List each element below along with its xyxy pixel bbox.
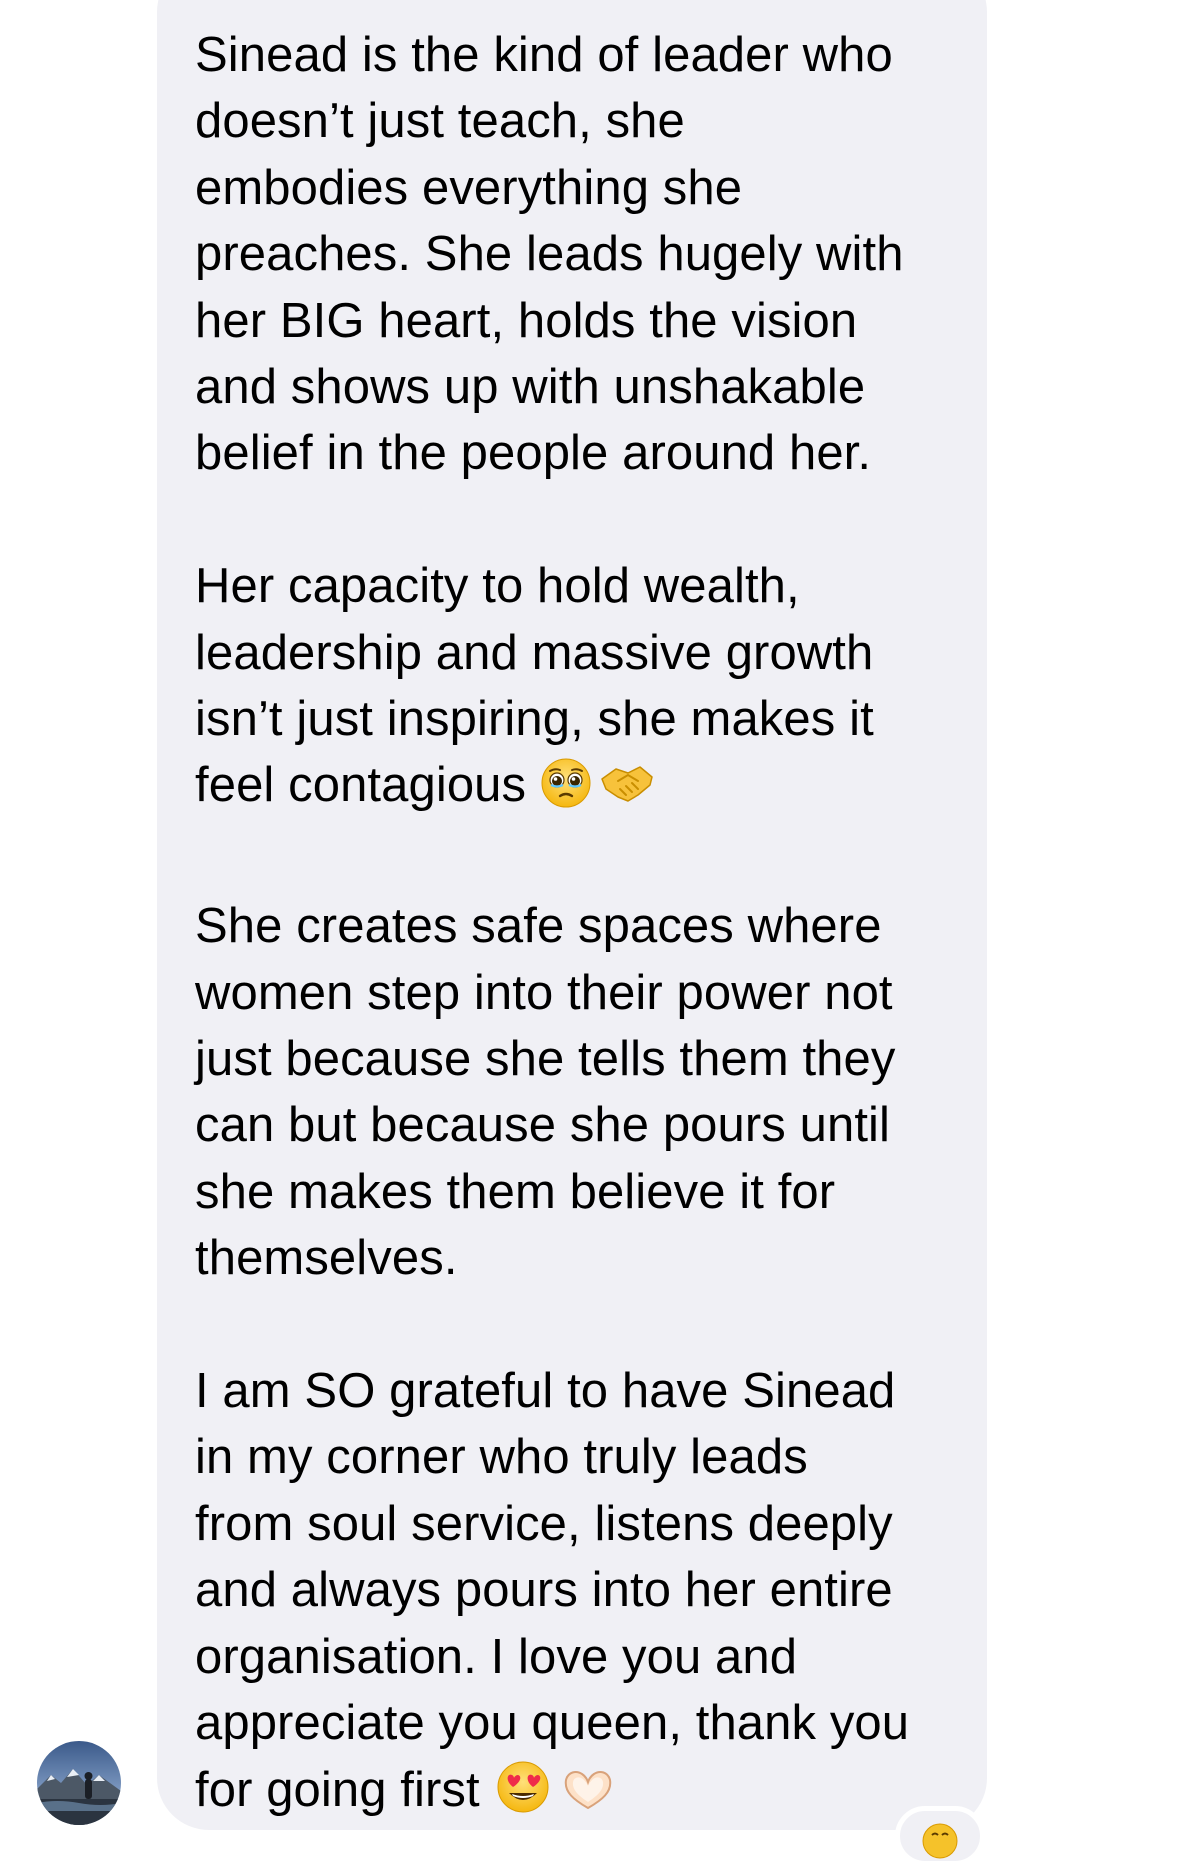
message-line: from soul service, listens deeply — [195, 1496, 893, 1551]
message-line: just because she tells them they — [195, 1032, 896, 1087]
message-line: themselves. — [195, 1231, 458, 1286]
message-line: doesn’t just teach, she — [195, 94, 685, 149]
pleading-face-icon — [540, 757, 592, 826]
message-line: organisation. I love you and — [195, 1629, 798, 1684]
message-paragraph: Her capacity to hold wealth, leadership … — [195, 553, 951, 827]
message-line: isn’t just inspiring, she makes it — [195, 692, 874, 747]
message-paragraph: I am SO grateful to have Sinead in my co… — [195, 1358, 951, 1831]
message-line: belief in the people around her. — [195, 426, 872, 481]
message-paragraph: She creates safe spaces where women step… — [195, 893, 951, 1291]
reaction-badge[interactable] — [895, 1806, 985, 1866]
message-line: and shows up with unshakable — [195, 360, 866, 415]
message-line: can but because she pours until — [195, 1098, 891, 1153]
heart-eyes-face-icon — [496, 1760, 550, 1831]
message-paragraph: Sinead is the kind of leader who doesn’t… — [195, 22, 951, 487]
message-line: I am SO grateful to have Sinead — [195, 1364, 896, 1419]
message-line: appreciate you queen, thank you — [195, 1696, 910, 1751]
heart-hands-icon — [560, 1764, 616, 1831]
message-line: Sinead is the kind of leader who — [195, 28, 893, 82]
avatar-photo-icon — [37, 1741, 121, 1825]
message-line: she makes them believe it for — [195, 1164, 836, 1219]
message-line-with-emoji: for going first — [195, 1757, 951, 1831]
message-line-text: feel contagious — [195, 758, 527, 813]
message-line: She creates safe spaces where — [195, 899, 882, 954]
crying-face-icon — [922, 1823, 958, 1859]
message-line: in my corner who truly leads — [195, 1430, 808, 1485]
message-line-with-emoji: feel contagious — [195, 752, 951, 826]
sender-avatar[interactable] — [37, 1741, 121, 1825]
message-line: preaches. She leads hugely with — [195, 227, 904, 282]
message-line: her BIG heart, holds the vision — [195, 293, 858, 348]
message-line: embodies everything she — [195, 160, 743, 215]
message-line: Her capacity to hold wealth, — [195, 559, 800, 614]
handshake-icon — [598, 759, 656, 826]
message-line: women step into their power not — [195, 965, 893, 1020]
message-line-text: for going first — [195, 1762, 480, 1817]
message-line: leadership and massive growth — [195, 625, 874, 680]
message-line: and always pours into her entire — [195, 1563, 893, 1618]
message-bubble[interactable]: Sinead is the kind of leader who doesn’t… — [157, 0, 987, 1830]
